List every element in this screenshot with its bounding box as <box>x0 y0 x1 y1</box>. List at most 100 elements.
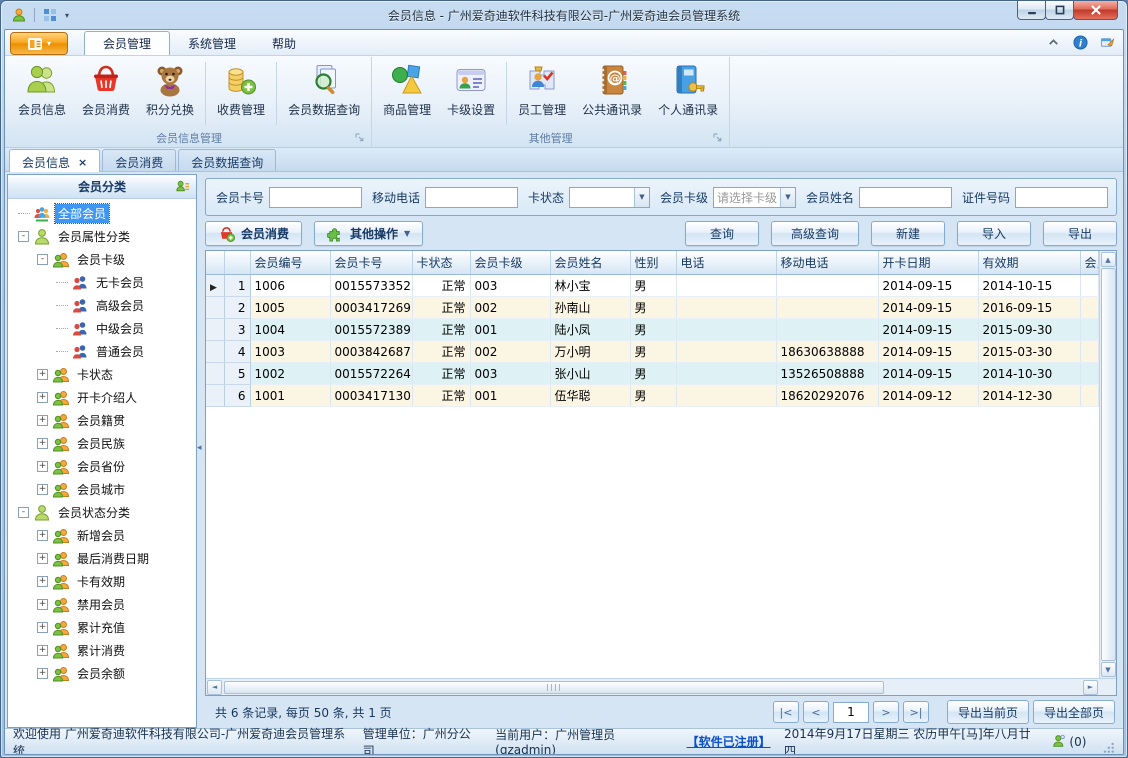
tree-item-card-introducer[interactable]: + 开卡介绍人 <box>8 386 196 409</box>
points-exchange-button[interactable]: 积分兑换 <box>138 58 202 129</box>
tree-item-member-native-place[interactable]: + 会员籍贯 <box>8 409 196 432</box>
doc-tab-member-info[interactable]: 会员信息 × <box>9 149 101 172</box>
column-header-0[interactable]: 会员编号 <box>250 251 331 275</box>
last-page-button[interactable]: >| <box>902 701 929 723</box>
dialog-launcher-icon[interactable] <box>354 132 365 143</box>
member-card-no-input[interactable] <box>269 186 363 208</box>
info-icon[interactable]: i <box>1073 35 1088 50</box>
column-header-5[interactable]: 性别 <box>630 251 677 275</box>
goods-management-button[interactable]: 商品管理 <box>375 58 439 129</box>
column-header-9[interactable]: 有效期 <box>978 251 1081 275</box>
export-all-pages-button[interactable]: 导出全部页 <box>1032 700 1115 724</box>
expand-icon[interactable]: + <box>37 599 48 610</box>
collapse-icon[interactable]: - <box>37 254 48 265</box>
scroll-down-icon[interactable]: ▼ <box>1100 662 1116 677</box>
column-header-7[interactable]: 移动电话 <box>776 251 879 275</box>
import-button[interactable]: 导入 <box>957 220 1031 246</box>
expand-icon[interactable]: + <box>37 369 48 380</box>
dialog-launcher-icon[interactable] <box>712 132 723 143</box>
doc-tab-member-data-query[interactable]: 会员数据查询 <box>178 149 277 171</box>
table-row[interactable]: 6 1001 0003417130 正常 001 伍华聪男 18620292076 2014-… <box>206 384 1099 407</box>
tree-item-total-recharge[interactable]: + 累计充值 <box>8 616 196 639</box>
personal-contacts-button[interactable]: 个人通讯录 <box>650 58 726 129</box>
tree-item-normal-member[interactable]: 普通会员 <box>8 340 196 363</box>
scroll-up-icon[interactable]: ▲ <box>1100 252 1116 267</box>
next-page-button[interactable]: > <box>872 701 899 723</box>
tree-item-member-province[interactable]: + 会员省份 <box>8 455 196 478</box>
tree-item-total-consume[interactable]: + 累计消费 <box>8 639 196 662</box>
column-header-10[interactable]: 会员 <box>1080 251 1099 275</box>
ribbon-tab-help[interactable]: 帮助 <box>254 31 314 55</box>
query-button[interactable]: 查询 <box>685 220 759 246</box>
other-actions-button[interactable]: 其他操作 ▼ <box>314 220 424 246</box>
member-info-button[interactable]: 会员信息 <box>10 58 74 129</box>
ribbon-tab-member-management[interactable]: 会员管理 <box>84 31 171 55</box>
first-page-button[interactable]: |< <box>772 701 799 723</box>
minimize-button[interactable] <box>1017 1 1046 20</box>
expand-icon[interactable]: + <box>37 668 48 679</box>
id-number-input[interactable] <box>1015 186 1108 208</box>
tree-item-last-consume-date[interactable]: + 最后消费日期 <box>8 547 196 570</box>
collapse-ribbon-icon[interactable] <box>1046 35 1061 50</box>
expand-icon[interactable]: + <box>37 530 48 541</box>
expand-icon[interactable]: + <box>37 622 48 633</box>
tree-item-member-city[interactable]: + 会员城市 <box>8 478 196 501</box>
table-row[interactable]: ▶ 1 1006 0015573352 正常 003 林小宝男 2014-09-15 2014-… <box>206 274 1099 297</box>
tree-item-member-attribute-category[interactable]: - 会员属性分类 <box>8 225 196 248</box>
quick-access-dropdown-icon[interactable]: ▾ <box>65 11 69 20</box>
tree-item-middle-member[interactable]: 中级会员 <box>8 317 196 340</box>
column-header-2[interactable]: 卡状态 <box>412 251 471 275</box>
new-button[interactable]: 新建 <box>871 220 945 246</box>
tree-item-member-ethnicity[interactable]: + 会员民族 <box>8 432 196 455</box>
table-row[interactable]: 4 1003 0003842687 正常 002 万小明男 18630638888 2014-… <box>206 340 1099 363</box>
scroll-left-icon[interactable]: ◄ <box>207 679 222 695</box>
table-row[interactable]: 3 1004 0015572389 正常 001 陆小凤男 2014-09-15 2015-0… <box>206 318 1099 341</box>
resize-grip[interactable] <box>1102 741 1115 754</box>
vertical-scroll-thumb[interactable] <box>1100 268 1116 661</box>
expand-icon[interactable]: + <box>37 553 48 564</box>
table-row[interactable]: 2 1005 0003417269 正常 002 孙南山男 2014-09-15 2016-0… <box>206 296 1099 319</box>
close-button[interactable] <box>1073 1 1118 20</box>
export-button[interactable]: 导出 <box>1043 220 1117 246</box>
export-current-page-button[interactable]: 导出当前页 <box>946 700 1029 724</box>
category-settings-icon[interactable] <box>175 179 190 194</box>
tree-item-member-balance[interactable]: + 会员余额 <box>8 662 196 685</box>
chevron-down-icon[interactable]: ▼ <box>779 187 795 207</box>
tree-item-member-card-level[interactable]: - 会员卡级 <box>8 248 196 271</box>
advanced-query-button[interactable]: 高级查询 <box>771 220 859 246</box>
expand-icon[interactable]: + <box>37 484 48 495</box>
member-consume-button[interactable]: 会员消费 <box>205 220 303 246</box>
doc-tab-member-consume[interactable]: 会员消费 <box>102 149 177 171</box>
mobile-phone-input[interactable] <box>425 186 519 208</box>
column-header-8[interactable]: 开卡日期 <box>878 251 979 275</box>
quick-access-icon[interactable] <box>42 7 58 23</box>
column-header-1[interactable]: 会员卡号 <box>330 251 413 275</box>
member-name-input[interactable] <box>858 186 952 208</box>
member-consume-button[interactable]: 会员消费 <box>74 58 138 129</box>
horizontal-scrollbar[interactable]: ◄ ► <box>206 679 1099 695</box>
member-card-level-select[interactable]: 请选择卡级 ▼ <box>712 186 796 208</box>
expand-icon[interactable]: + <box>37 461 48 472</box>
feedback-icon[interactable] <box>1100 35 1115 50</box>
expand-icon[interactable]: + <box>37 415 48 426</box>
card-level-settings-button[interactable]: 卡级设置 <box>439 58 503 129</box>
application-menu-button[interactable]: ▾ <box>10 32 68 55</box>
horizontal-scroll-thumb[interactable] <box>224 680 884 694</box>
column-header-4[interactable]: 会员姓名 <box>550 251 631 275</box>
fee-management-button[interactable]: 收费管理 <box>209 58 273 129</box>
expand-icon[interactable]: + <box>37 645 48 656</box>
sidebar-splitter[interactable]: ◂ <box>197 174 205 728</box>
staff-management-button[interactable]: 员工管理 <box>510 58 574 129</box>
tree-item-card-status[interactable]: + 卡状态 <box>8 363 196 386</box>
expand-icon[interactable]: + <box>37 392 48 403</box>
tree-item-senior-member[interactable]: 高级会员 <box>8 294 196 317</box>
license-link[interactable]: 【软件已注册】 <box>687 733 771 750</box>
collapse-icon[interactable]: - <box>18 231 29 242</box>
member-data-query-button[interactable]: 会员数据查询 <box>280 58 368 129</box>
tree-item-all-members[interactable]: 全部会员 <box>8 202 196 225</box>
tree-item-new-members[interactable]: + 新增会员 <box>8 524 196 547</box>
collapse-icon[interactable]: - <box>18 507 29 518</box>
scroll-right-icon[interactable]: ► <box>1083 679 1098 695</box>
vertical-scrollbar[interactable]: ▲ ▼ <box>1099 251 1116 678</box>
column-header-3[interactable]: 会员卡级 <box>470 251 551 275</box>
